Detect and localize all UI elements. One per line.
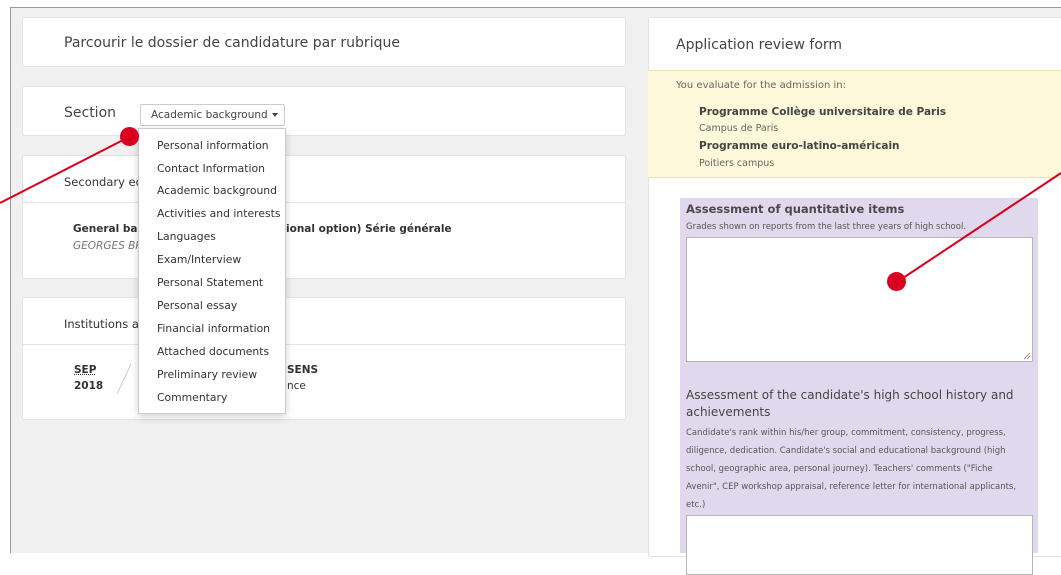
- annotation-dot-left: [120, 127, 139, 146]
- annotation-dot-right: [887, 272, 906, 291]
